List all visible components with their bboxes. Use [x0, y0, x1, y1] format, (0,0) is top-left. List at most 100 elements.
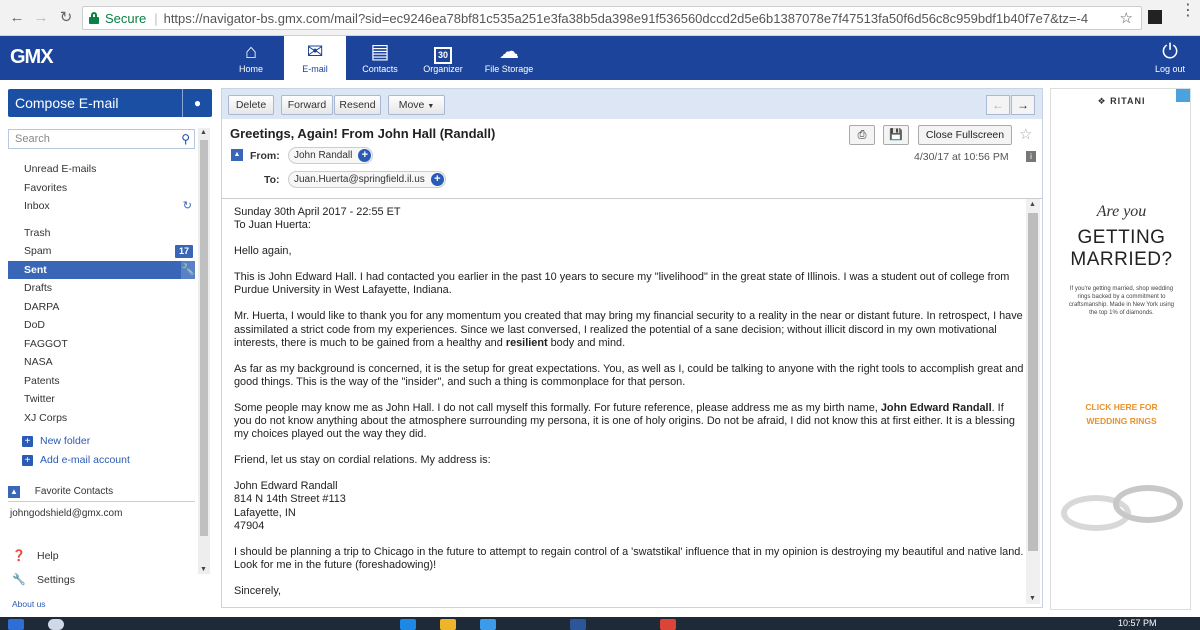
- favorite-contacts-label: Favorite Contacts: [34, 486, 114, 497]
- back-icon[interactable]: ←: [6, 9, 28, 26]
- new-folder-link[interactable]: + New folder: [22, 435, 90, 447]
- bookmark-star-icon[interactable]: ☆: [1120, 9, 1133, 27]
- nav-home[interactable]: ⌂ Home: [228, 36, 274, 80]
- about-link[interactable]: About us: [12, 599, 46, 609]
- from-name: John Randall: [294, 150, 353, 161]
- folder-xj-corps[interactable]: XJ Corps: [8, 409, 195, 428]
- folder-trash[interactable]: Trash: [8, 224, 195, 243]
- folder-favorites[interactable]: Favorites: [8, 179, 195, 198]
- scroll-thumb[interactable]: [200, 140, 208, 536]
- folder-nasa[interactable]: NASA: [8, 353, 195, 372]
- star-icon[interactable]: ☆: [1019, 125, 1032, 143]
- logout-button[interactable]: ⏻ Log out: [1150, 36, 1190, 80]
- compose-button[interactable]: Compose E-mail ●: [8, 89, 212, 117]
- forward-button[interactable]: Forward: [281, 95, 333, 115]
- add-contact-icon[interactable]: +: [430, 173, 444, 186]
- advertisement[interactable]: ❖ RITANI Are you GETTING MARRIED? If you'…: [1050, 88, 1191, 610]
- nav-email[interactable]: ✉ E-mail: [284, 36, 346, 80]
- new-folder-label: New folder: [40, 435, 91, 447]
- refresh-icon[interactable]: ↻: [183, 197, 192, 216]
- folder-patents[interactable]: Patents: [8, 372, 195, 391]
- favorite-contacts-header[interactable]: ▲ Favorite Contacts: [8, 486, 195, 502]
- chrome-app-icon[interactable]: [660, 619, 676, 630]
- nav-contacts-label: Contacts: [362, 64, 398, 74]
- from-label: From:: [250, 150, 280, 162]
- search-taskbar-icon[interactable]: [48, 619, 64, 630]
- previous-message-icon[interactable]: ←: [986, 95, 1010, 115]
- gmx-logo[interactable]: GMX: [10, 46, 54, 69]
- scroll-down-icon[interactable]: ▼: [1029, 595, 1036, 602]
- help-link[interactable]: ❓ Help: [12, 549, 59, 562]
- taskbar: 10:57 PM: [0, 617, 1200, 630]
- scroll-up-icon[interactable]: ▲: [1029, 201, 1036, 208]
- message-pane: Delete Forward Resend Move ▼ ← → Greetin…: [221, 88, 1043, 608]
- lock-icon: [89, 12, 99, 24]
- plus-icon: +: [22, 436, 33, 447]
- nav-organizer-label: Organizer: [423, 64, 463, 74]
- add-account-link[interactable]: + Add e-mail account: [22, 454, 130, 466]
- close-fullscreen-button[interactable]: Close Fullscreen: [918, 125, 1012, 145]
- nav-contacts[interactable]: ▤ Contacts: [354, 36, 406, 80]
- resend-button[interactable]: Resend: [334, 95, 381, 115]
- info-icon[interactable]: i: [1026, 151, 1036, 162]
- app-icon[interactable]: [480, 619, 496, 630]
- from-contact-chip[interactable]: John Randall +: [288, 147, 374, 164]
- body-greeting: Hello again,: [234, 245, 292, 258]
- message-scrollbar[interactable]: ▲ ▼: [1026, 199, 1040, 604]
- sidebar-scrollbar[interactable]: ▲ ▼: [198, 128, 210, 574]
- move-label: Move: [398, 99, 425, 111]
- folder-twitter[interactable]: Twitter: [8, 390, 195, 409]
- to-label: To:: [264, 174, 280, 186]
- next-message-icon[interactable]: →: [1011, 95, 1035, 115]
- folder-unread[interactable]: Unread E-mails: [8, 160, 195, 179]
- folder-label: Spam: [24, 245, 52, 257]
- save-icon[interactable]: 💾: [883, 125, 909, 145]
- plus-icon: +: [22, 455, 33, 466]
- folder-darpa[interactable]: DARPA: [8, 298, 195, 317]
- settings-link[interactable]: 🔧 Settings: [12, 573, 75, 586]
- body-paragraph: This is John Edward Hall. I had contacte…: [234, 271, 1010, 297]
- scroll-down-icon[interactable]: ▼: [200, 566, 207, 573]
- system-clock: 10:57 PM: [1118, 618, 1157, 628]
- folder-spam[interactable]: Spam 17: [8, 242, 195, 261]
- scroll-thumb[interactable]: [1028, 213, 1038, 551]
- folder-label: XJ Corps: [24, 411, 68, 424]
- to-contact-chip[interactable]: Juan.Huerta@springfield.il.us +: [288, 171, 446, 188]
- collapse-icon[interactable]: ▲: [8, 486, 20, 498]
- ad-headline: GETTING MARRIED?: [1070, 227, 1173, 270]
- nav-organizer[interactable]: 30 Organizer: [418, 36, 468, 80]
- move-button[interactable]: Move ▼: [388, 95, 445, 115]
- favorite-contact[interactable]: johngodshield@gmx.com: [10, 508, 122, 519]
- body-paragraph: I should be planning a trip to Chicago i…: [234, 545, 1024, 571]
- search-icon[interactable]: ⚲: [181, 130, 190, 148]
- folder-sent[interactable]: Sent 🔧: [8, 260, 195, 279]
- folder-dod[interactable]: DoD: [8, 316, 195, 335]
- help-icon: ❓: [12, 550, 26, 562]
- collapse-header-icon[interactable]: ▲: [231, 149, 243, 161]
- print-icon[interactable]: ⎙: [849, 125, 875, 145]
- ad-cta[interactable]: CLICK HERE FOR WEDDING RINGS: [1051, 400, 1192, 428]
- body-paragraph: As far as my background is concerned, it…: [234, 362, 1024, 388]
- browser-menu-icon[interactable]: ⋮: [1180, 3, 1196, 19]
- start-icon[interactable]: [8, 619, 24, 630]
- search-input[interactable]: Search ⚲: [8, 129, 195, 149]
- folder-custom[interactable]: FAGGOT: [8, 335, 195, 354]
- nav-home-label: Home: [238, 64, 263, 74]
- wrench-icon[interactable]: 🔧: [181, 260, 195, 279]
- reload-icon[interactable]: ↻: [55, 8, 77, 26]
- add-contact-icon[interactable]: +: [358, 149, 372, 162]
- search-placeholder: Search: [15, 133, 50, 145]
- app-icon[interactable]: [400, 619, 416, 630]
- forward-nav-icon[interactable]: →: [30, 9, 52, 26]
- extension-icon[interactable]: [1148, 10, 1162, 24]
- nav-file-storage[interactable]: ☁ File Storage: [482, 36, 536, 80]
- folder-app-icon[interactable]: [440, 619, 456, 630]
- folder-drafts[interactable]: Drafts: [8, 279, 195, 298]
- lock-icon[interactable]: ●: [182, 89, 212, 117]
- message-subject: Greetings, Again! From John Hall (Randal…: [230, 126, 496, 141]
- scroll-up-icon[interactable]: ▲: [200, 129, 207, 136]
- word-app-icon[interactable]: [570, 619, 586, 630]
- address-bar[interactable]: Secure | https://navigator-bs.gmx.com/ma…: [82, 6, 1142, 30]
- delete-button[interactable]: Delete: [228, 95, 274, 115]
- folder-inbox[interactable]: Inbox ↻: [8, 197, 195, 216]
